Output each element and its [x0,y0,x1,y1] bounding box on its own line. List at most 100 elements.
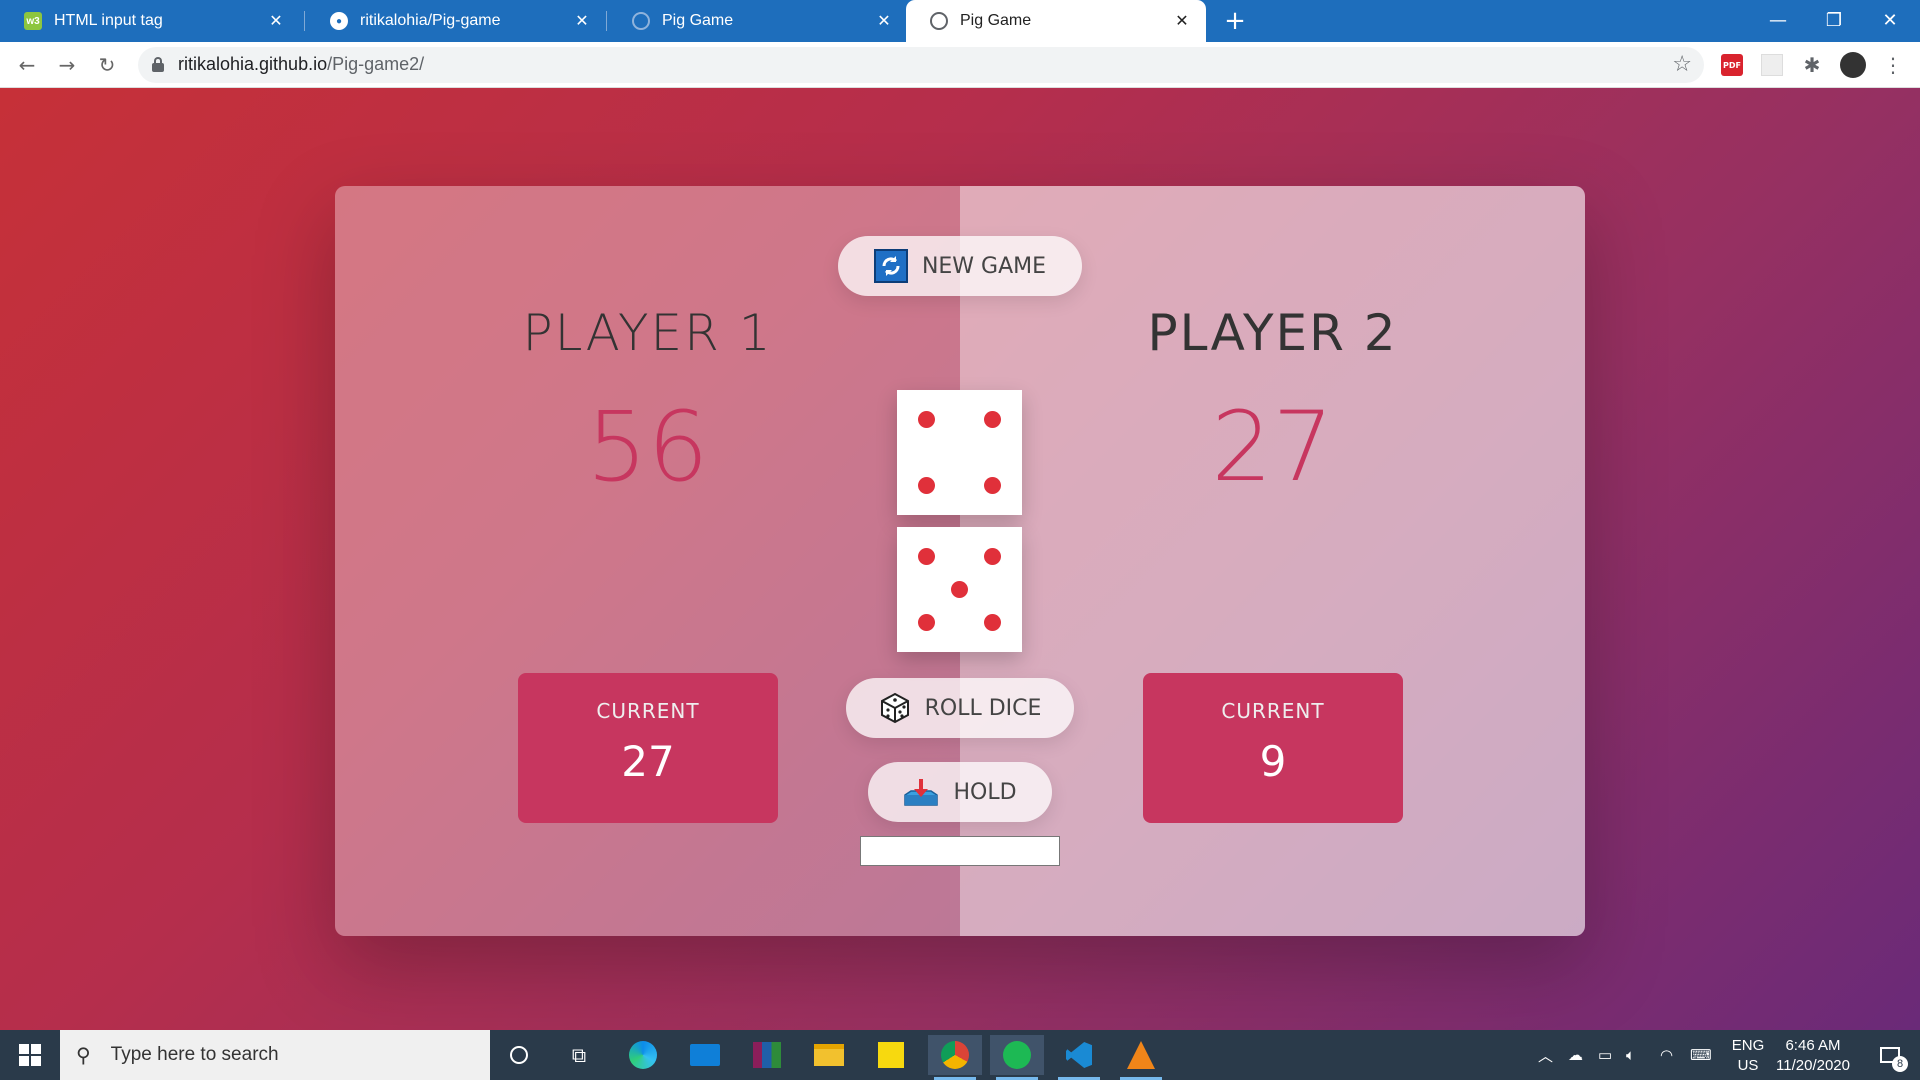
tray-chevron-icon[interactable]: ︿ [1538,1030,1553,1080]
bookmark-star-icon[interactable]: ☆ [1672,52,1692,77]
taskbar-search-box[interactable]: ⚲ Type here to search [60,1030,490,1080]
tab-pig-game-1[interactable]: Pig Game ✕ [608,0,908,42]
player-2-score: 27 [1211,391,1334,503]
player-2-current-score: 9 [1259,737,1287,786]
browser-tab-strip: w3 HTML input tag ✕ ● ritikalohia/Pig-ga… [0,0,1920,42]
dice-icon [879,692,911,724]
download-tray-icon [903,777,939,807]
close-icon[interactable]: ✕ [572,11,592,31]
refresh-icon [873,249,908,283]
w3schools-icon: w3 [24,12,42,30]
back-arrow-icon[interactable]: ← [12,50,42,80]
clock-date: 11/20/2020 [1776,1057,1850,1074]
extension-icon[interactable] [1761,54,1783,76]
dice-pip [918,477,935,494]
task-view-icon[interactable]: ⧉ [552,1035,606,1075]
hold-input-field[interactable] [860,836,1060,866]
dice-pip [984,548,1001,565]
hold-button[interactable]: HOLD [868,762,1052,822]
close-icon[interactable]: ✕ [266,11,286,31]
current-label: CURRENT [596,699,700,723]
game-board: PLAYER 1 56 CURRENT 27 PLAYER 2 27 CURRE… [335,186,1585,936]
clock-time: 6:46 AM [1785,1037,1841,1054]
wifi-icon[interactable]: ◠ [1660,1030,1673,1080]
menu-kebab-icon[interactable]: ⋮ [1882,53,1904,77]
vlc-icon[interactable] [1114,1035,1168,1080]
taskbar-clock[interactable]: 6:46 AM 11/20/2020 [1768,1036,1858,1076]
tab-separator [606,11,607,31]
page-background: PLAYER 1 56 CURRENT 27 PLAYER 2 27 CURRE… [0,88,1920,1030]
pdf-extension-icon[interactable]: PDF [1721,54,1743,76]
chrome-icon[interactable] [928,1035,982,1080]
url-text: ritikalohia.github.io/Pig-game2/ [178,54,424,75]
globe-icon [632,12,650,30]
forward-arrow-icon[interactable]: → [52,50,82,80]
winrar-icon[interactable] [740,1035,794,1075]
search-icon: ⚲ [76,1043,91,1067]
puzzle-extensions-icon[interactable]: ✱ [1801,53,1823,77]
player-1-current-score: 27 [621,737,675,786]
player-2-name: PLAYER 2 [1147,304,1398,362]
globe-icon [930,12,948,30]
minimize-icon[interactable]: — [1750,0,1806,40]
dice-pip [918,548,935,565]
roll-dice-button[interactable]: ROLL DICE [846,678,1074,738]
tab-title: Pig Game [960,12,1032,29]
tab-github-pig-game[interactable]: ● ritikalohia/Pig-game ✕ [306,0,606,42]
tab-pig-game-active[interactable]: Pig Game ✕ [906,0,1206,42]
close-icon[interactable]: ✕ [1172,11,1192,31]
close-icon[interactable]: ✕ [874,11,894,31]
player-2-panel: PLAYER 2 27 CURRENT 9 [960,186,1585,936]
profile-avatar[interactable] [1840,52,1866,78]
windows-logo-icon [19,1044,41,1066]
language-indicator[interactable]: ENG US [1730,1036,1766,1076]
tab-separator [304,11,305,31]
url-host: ritikalohia.github.io [178,54,328,74]
keyboard-icon[interactable]: ⌨ [1690,1030,1712,1080]
tab-title: ritikalohia/Pig-game [360,12,501,29]
dice-2 [897,527,1022,652]
dice-pip [951,581,968,598]
dice-1 [897,390,1022,515]
sticky-notes-icon[interactable] [864,1035,918,1075]
hold-label: HOLD [953,779,1017,805]
region-code: US [1737,1057,1759,1074]
cortana-circle-icon[interactable] [492,1035,546,1075]
restore-icon[interactable]: ❐ [1806,0,1862,40]
dice-pip [918,411,935,428]
roll-dice-label: ROLL DICE [924,695,1042,721]
player-1-panel: PLAYER 1 56 CURRENT 27 [335,186,960,936]
dice-pip [918,614,935,631]
tab-title: HTML input tag [54,12,163,29]
dice-pip [984,614,1001,631]
current-label: CURRENT [1221,699,1325,723]
search-placeholder: Type here to search [110,1044,279,1065]
notification-center-icon[interactable]: 8 [1872,1030,1908,1080]
notification-count-badge: 8 [1892,1056,1908,1072]
lock-icon [152,57,164,72]
url-path: /Pig-game2/ [327,54,425,74]
dice-pip [984,477,1001,494]
spotify-icon[interactable] [990,1035,1044,1080]
language-code: ENG [1731,1037,1765,1054]
reload-icon[interactable]: ↻ [92,50,122,80]
new-game-button[interactable]: NEW GAME [838,236,1082,296]
volume-icon[interactable]: 🔈︎ [1626,1030,1635,1080]
new-game-label: NEW GAME [921,253,1047,279]
edge-browser-icon[interactable] [616,1035,670,1075]
dice-pip [984,411,1001,428]
file-explorer-icon[interactable] [802,1035,856,1075]
tab-html-input-tag[interactable]: w3 HTML input tag ✕ [0,0,300,42]
player-1-current-box: CURRENT 27 [518,673,778,823]
player-2-current-box: CURRENT 9 [1143,673,1403,823]
mail-icon[interactable] [678,1035,732,1075]
battery-icon[interactable]: ▭ [1598,1030,1612,1080]
onedrive-cloud-icon[interactable]: ☁ [1568,1030,1583,1080]
window-close-icon[interactable]: ✕ [1862,0,1918,40]
windows-start-button[interactable] [0,1030,60,1080]
vscode-icon[interactable] [1052,1035,1106,1080]
player-1-score: 56 [586,391,709,503]
new-tab-button[interactable]: + [1222,6,1248,36]
github-icon: ● [330,12,348,30]
address-bar[interactable]: ritikalohia.github.io/Pig-game2/ ☆ [138,47,1704,83]
